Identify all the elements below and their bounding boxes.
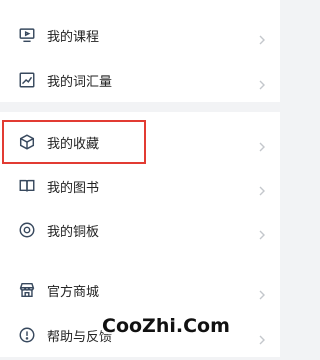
store-icon <box>17 280 37 300</box>
menu-item-label: 我的铜板 <box>47 224 100 240</box>
menu-item-label: 官方商城 <box>47 284 100 300</box>
coin-icon <box>17 220 37 240</box>
book-icon <box>17 176 37 196</box>
chart-icon <box>17 70 37 90</box>
menu-item-official-store[interactable]: 官方商城 <box>0 265 280 315</box>
menu-item-my-coins[interactable]: 我的铜板 <box>0 205 280 255</box>
menu-item-my-courses[interactable]: 我的课程 <box>0 10 280 60</box>
chevron-right-icon <box>258 30 266 45</box>
cube-icon <box>17 132 37 152</box>
menu-item-label: 我的收藏 <box>47 136 100 152</box>
chevron-right-icon <box>258 75 266 90</box>
menu-item-my-favorites[interactable]: 我的收藏 <box>0 117 280 167</box>
watermark-text: CooZhi.Com <box>102 315 230 337</box>
chevron-right-icon <box>258 137 266 152</box>
chevron-right-icon <box>258 285 266 300</box>
chevron-right-icon <box>258 181 266 196</box>
menu-group-2: 我的收藏 我的图书 我的铜板 <box>0 112 280 268</box>
menu-item-label: 我的课程 <box>47 29 100 45</box>
menu-item-my-vocabulary[interactable]: 我的词汇量 <box>0 55 280 105</box>
menu-item-my-books[interactable]: 我的图书 <box>0 161 280 211</box>
monitor-icon <box>17 25 37 45</box>
chevron-right-icon <box>258 225 266 240</box>
menu-item-label: 我的词汇量 <box>47 74 113 90</box>
menu-group-3: 官方商城 帮助与反馈 <box>0 264 280 357</box>
help-icon <box>17 325 37 345</box>
menu-group-1: 我的课程 我的词汇量 <box>0 0 280 102</box>
chevron-right-icon <box>258 330 266 345</box>
menu-item-label: 我的图书 <box>47 180 100 196</box>
